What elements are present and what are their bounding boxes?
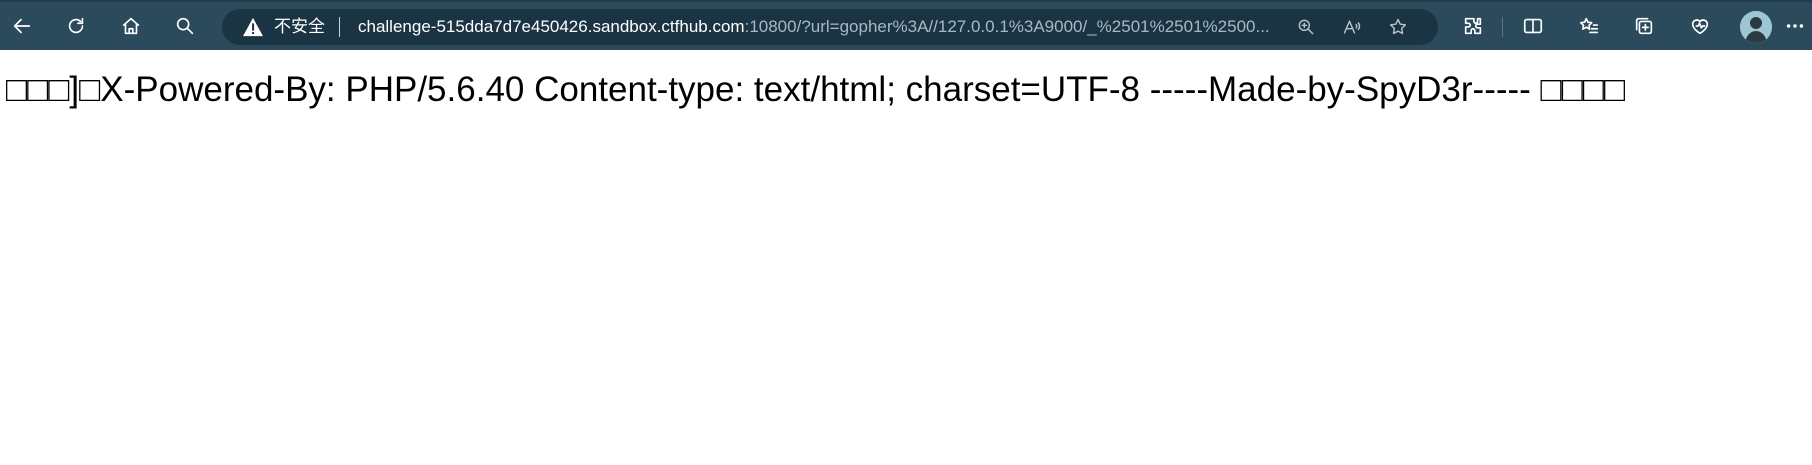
search-icon[interactable] [168,9,202,43]
address-bar[interactable]: 不安全 challenge-515dda7d7e450426.sandbox.c… [222,9,1438,45]
favorites-list-icon[interactable] [1572,9,1606,43]
home-icon[interactable] [114,9,148,43]
collections-icon[interactable] [1627,9,1661,43]
url-path: :10800/?url=gopher%3A//127.0.0.1%3A9000/… [744,17,1270,36]
page-response-text: □□□]□X-Powered-By: PHP/5.6.40 Content-ty… [6,70,1626,109]
favorite-star-icon[interactable] [1386,15,1410,39]
url-host: challenge-515dda7d7e450426.sandbox.ctfhu… [358,17,745,36]
more-menu-icon[interactable] [1782,9,1808,43]
url-text[interactable]: challenge-515dda7d7e450426.sandbox.ctfhu… [358,15,1270,39]
back-arrow-icon[interactable] [5,9,39,43]
split-screen-icon[interactable] [1516,9,1550,43]
address-divider [339,17,340,37]
zoom-icon[interactable] [1294,15,1318,39]
browser-toolbar: 不安全 challenge-515dda7d7e450426.sandbox.c… [0,0,1812,50]
extensions-icon[interactable] [1456,9,1490,43]
profile-avatar[interactable] [1740,11,1772,43]
toolbar-divider [1502,17,1503,37]
security-status-label[interactable]: 不安全 [274,16,325,38]
refresh-icon[interactable] [59,9,93,43]
browser-essentials-icon[interactable] [1683,9,1717,43]
read-aloud-icon[interactable] [1340,15,1364,39]
warning-icon [243,17,263,37]
